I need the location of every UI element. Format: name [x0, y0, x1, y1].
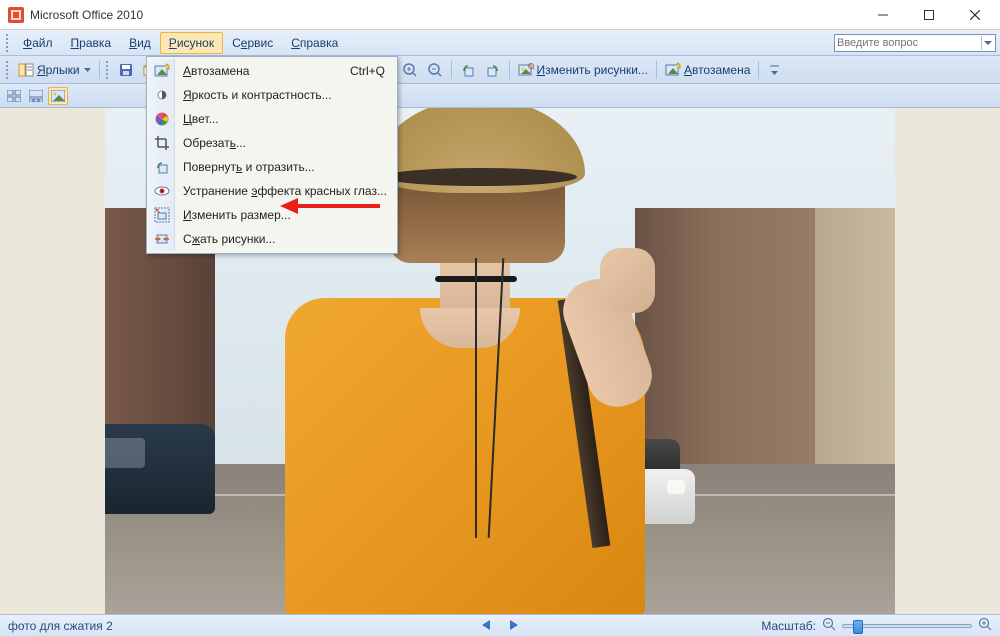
- menu-help[interactable]: Справка: [282, 32, 347, 54]
- menu-item-autocorrect[interactable]: Автозамена Ctrl+Q: [149, 59, 395, 83]
- menu-item-redeye[interactable]: Устранение эффекта красных глаз...: [149, 179, 395, 203]
- next-image-button[interactable]: [510, 619, 518, 633]
- menu-item-color[interactable]: Цвет...: [149, 107, 395, 131]
- zoom-out-button[interactable]: [423, 59, 447, 81]
- prev-image-button[interactable]: [482, 619, 490, 633]
- menu-item-crop[interactable]: Обрезать...: [149, 131, 395, 155]
- redeye-icon: [154, 183, 170, 199]
- zoom-in-icon: [402, 62, 418, 78]
- filmstrip-view-button[interactable]: [26, 87, 46, 105]
- compress-icon: [154, 231, 170, 247]
- statusbar: фото для сжатия 2 Масштаб:: [0, 614, 1000, 636]
- brightness-icon: [154, 87, 170, 103]
- menu-view[interactable]: Вид: [120, 32, 160, 54]
- menu-picture[interactable]: Рисунок: [160, 32, 223, 54]
- thumbnail-view-icon: [7, 90, 21, 102]
- menu-file[interactable]: Файл: [14, 32, 62, 54]
- autocorrect-icon: [154, 63, 170, 79]
- resize-icon: [154, 207, 170, 223]
- window-title: Microsoft Office 2010: [30, 8, 860, 22]
- toolbar-grip-1[interactable]: [6, 61, 10, 79]
- rotate-icon: [154, 159, 170, 175]
- color-icon: [154, 111, 170, 127]
- help-search-dropdown[interactable]: [981, 36, 993, 50]
- rotate-right-button[interactable]: [481, 59, 505, 81]
- save-icon: [118, 62, 134, 78]
- zoom-in-button[interactable]: [398, 59, 422, 81]
- minimize-button[interactable]: [860, 0, 906, 30]
- help-search-box[interactable]: [834, 34, 996, 52]
- single-view-icon: [51, 90, 65, 102]
- edit-pictures-button[interactable]: Изменить рисунки...: [514, 59, 652, 81]
- menubar-grip[interactable]: [6, 34, 10, 52]
- menubar: Файл Правка Вид Рисунок Сервис Справка: [0, 30, 1000, 56]
- zoom-in-status-button[interactable]: [978, 617, 992, 634]
- menu-item-brightness[interactable]: Яркость и контрастность...: [149, 83, 395, 107]
- autocorrect-button[interactable]: Автозамена: [661, 59, 754, 81]
- single-view-button[interactable]: [48, 87, 68, 105]
- autocorrect-icon: [665, 62, 681, 78]
- rotate-left-button[interactable]: [456, 59, 480, 81]
- maximize-button[interactable]: [906, 0, 952, 30]
- toolbar-overflow[interactable]: [763, 59, 785, 81]
- picture-menu-dropdown: Автозамена Ctrl+Q Яркость и контрастност…: [146, 56, 398, 254]
- zoom-out-status-button[interactable]: [822, 617, 836, 634]
- crop-icon: [154, 135, 170, 151]
- titlebar: Microsoft Office 2010: [0, 0, 1000, 30]
- thumbnail-view-button[interactable]: [4, 87, 24, 105]
- rotate-left-icon: [460, 62, 476, 78]
- menu-item-rotate[interactable]: Повернуть и отразить...: [149, 155, 395, 179]
- menu-item-resize[interactable]: Изменить размер...: [149, 203, 395, 227]
- edit-pictures-icon: [518, 62, 534, 78]
- zoom-slider[interactable]: [842, 624, 972, 628]
- close-button[interactable]: [952, 0, 998, 30]
- menu-tools[interactable]: Сервис: [223, 32, 282, 54]
- menu-item-compress[interactable]: Сжать рисунки...: [149, 227, 395, 251]
- rotate-right-icon: [485, 62, 501, 78]
- filmstrip-view-icon: [29, 90, 43, 102]
- shortcuts-icon: [18, 62, 34, 78]
- zoom-slider-thumb[interactable]: [853, 620, 863, 634]
- zoom-label: Масштаб:: [761, 619, 816, 633]
- help-search-input[interactable]: [837, 37, 979, 49]
- toolbar-grip-2[interactable]: [106, 61, 110, 79]
- shortcuts-button[interactable]: Ярлыки: [14, 59, 95, 81]
- save-button[interactable]: [114, 59, 138, 81]
- zoom-out-icon: [427, 62, 443, 78]
- menu-edit[interactable]: Правка: [62, 32, 121, 54]
- app-icon: [8, 7, 24, 23]
- status-filename: фото для сжатия 2: [8, 619, 113, 633]
